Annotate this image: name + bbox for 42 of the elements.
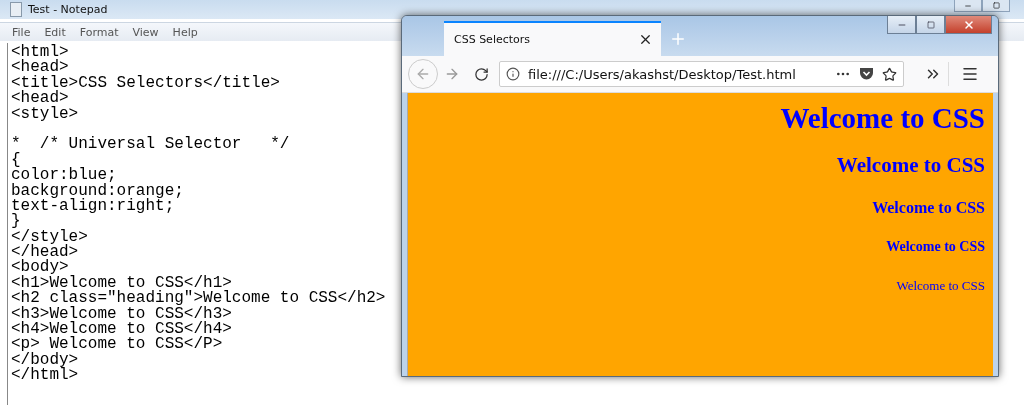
close-button[interactable] <box>945 16 992 34</box>
reload-icon[interactable] <box>474 66 489 82</box>
menu-item[interactable]: Help <box>172 25 198 39</box>
code-line: } <box>11 214 21 230</box>
menu-item[interactable]: Format <box>79 25 119 39</box>
code-line: <head> <box>11 60 69 76</box>
star-icon[interactable] <box>882 66 897 82</box>
code-line: color:blue; <box>11 168 117 184</box>
minimize-button[interactable] <box>887 16 916 34</box>
code-line: <h2 class="heading">Welcome to CSS</h2> <box>11 291 386 307</box>
maximize-button[interactable] <box>982 0 1010 12</box>
code-line: <head> <box>11 91 69 107</box>
close-icon[interactable] <box>638 32 653 47</box>
menu-item[interactable]: File <box>12 25 31 39</box>
maximize-icon <box>992 2 1000 9</box>
heading-text: Welcome to CSS <box>886 239 985 256</box>
window-title: Test - Notepad <box>28 3 108 16</box>
code-line: <p> Welcome to CSS</P> <box>11 337 223 353</box>
close-icon <box>962 18 975 31</box>
code-line: <body> <box>11 260 69 276</box>
code-line: </html> <box>11 368 79 384</box>
heading-text: Welcome to CSS <box>836 152 985 178</box>
pocket-icon[interactable] <box>859 67 874 81</box>
maximize-button[interactable] <box>916 16 945 34</box>
menu-icon[interactable] <box>961 65 979 83</box>
code-line: { <box>11 152 21 169</box>
forward-icon[interactable] <box>444 66 460 82</box>
info-icon[interactable] <box>506 67 520 81</box>
code-line: * /* Universal Selector */ <box>11 137 290 153</box>
menu-item[interactable]: Edit <box>44 25 66 39</box>
back-arrow-icon <box>415 66 431 82</box>
heading-text: Welcome to CSS <box>780 101 985 136</box>
heading-text: Welcome to CSS <box>896 277 985 294</box>
code-line: background:orange; <box>11 183 184 199</box>
notepad-icon <box>10 2 22 17</box>
address-bar[interactable]: file:///C:/Users/akashst/Desktop/Test.html <box>499 61 904 87</box>
heading-text: Welcome to CSS <box>872 198 985 218</box>
menu-item[interactable]: View <box>132 25 159 39</box>
maximize-icon <box>926 20 935 29</box>
browser-tab[interactable]: CSS Selectors <box>444 21 661 56</box>
minimize-button[interactable] <box>954 0 982 12</box>
code-line: <style> <box>11 106 79 122</box>
